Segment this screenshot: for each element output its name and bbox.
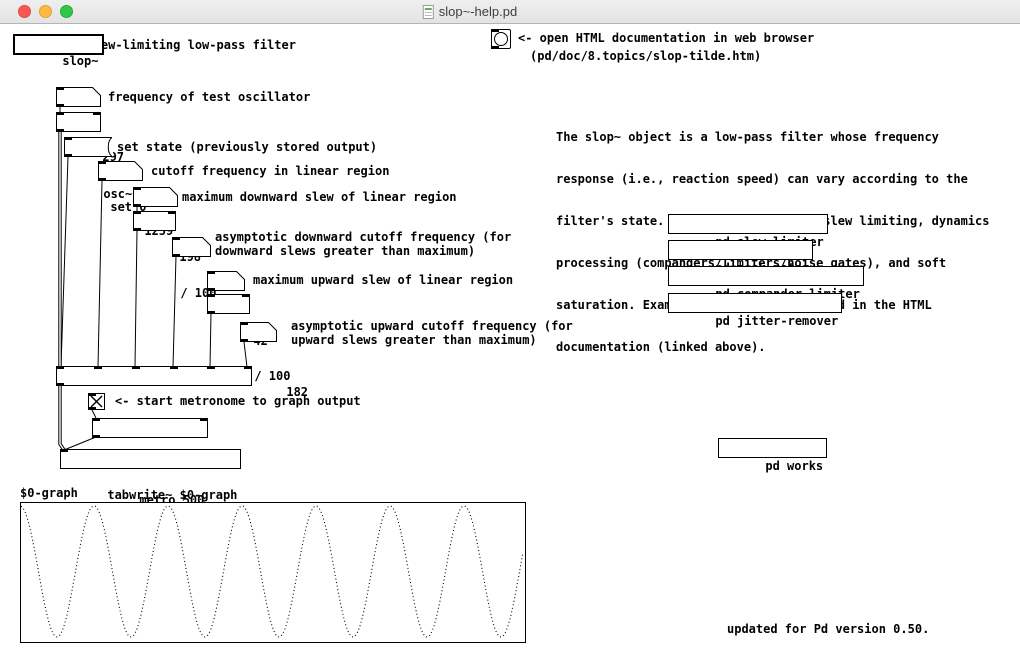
- outlet-nub: [88, 407, 96, 410]
- outlet-nub: [133, 204, 141, 207]
- object-slop-header: slop~: [13, 34, 104, 55]
- comment-down-asymptotic-1: asymptotic downward cutoff frequency (fo…: [215, 230, 511, 244]
- comment-down-asymptotic-2: downward slews greater than maximum): [215, 244, 475, 258]
- number-box-up-slew[interactable]: 42: [207, 271, 245, 291]
- outlet-nub: [56, 104, 64, 107]
- outlet-nub: [98, 178, 106, 181]
- outlet-nub: [56, 129, 64, 132]
- comment-test-frequency: frequency of test oscillator: [108, 90, 310, 104]
- window-title: slop~-help.pd: [439, 4, 517, 19]
- comment-cutoff: cutoff frequency in linear region: [151, 164, 389, 178]
- subpatch-jitter-remover[interactable]: pd jitter-remover: [668, 293, 842, 313]
- outlet-nub: [491, 46, 499, 49]
- comment-version-note: updated for Pd version 0.50.: [727, 622, 929, 636]
- object-divide-100-a: / 100: [133, 211, 176, 231]
- number-value: 182: [286, 385, 308, 399]
- number-box-up-asymptotic[interactable]: 182: [240, 322, 277, 342]
- inlet-nub: [491, 29, 499, 32]
- inlet-nub: [242, 294, 250, 297]
- message-box-set-state[interactable]: set 0: [64, 137, 113, 157]
- comment-up-asymptotic-1: asymptotic upward cutoff frequency (for: [291, 319, 573, 333]
- inlet-nub: [98, 161, 106, 164]
- object-tabwrite: tabwrite~ $0-graph: [60, 449, 241, 469]
- inlet-nub: [200, 418, 208, 421]
- inlet-nub: [244, 366, 252, 369]
- object-metro: metro 500: [92, 418, 208, 438]
- object-label: slop~: [62, 54, 98, 68]
- object-label: tabwrite~ $0-graph: [107, 488, 237, 502]
- object-slop-main: slop~ 1000 1e+09 0 1e+09 0: [56, 366, 252, 386]
- patch-file-icon: [423, 5, 434, 19]
- outlet-nub: [133, 228, 141, 231]
- inlet-nub: [207, 294, 215, 297]
- inlet-nub: [170, 366, 178, 369]
- description-line: documentation (linked above).: [556, 340, 989, 354]
- inlet-nub: [56, 366, 64, 369]
- outlet-nub: [64, 154, 72, 157]
- inlet-nub: [94, 366, 102, 369]
- minimize-window-button[interactable]: [39, 5, 52, 18]
- patch-canvas: slop~ - slew-limiting low-pass filter <-…: [0, 24, 1020, 664]
- inlet-nub: [56, 87, 64, 90]
- outlet-nub: [240, 339, 248, 342]
- bang-circle-icon: [494, 32, 508, 46]
- inlet-nub: [132, 366, 140, 369]
- comment-doc-link-1: <- open HTML documentation in web browse…: [518, 31, 814, 45]
- inlet-nub: [240, 322, 248, 325]
- outlet-nub: [207, 311, 215, 314]
- outlet-nub: [172, 254, 180, 257]
- window-titlebar[interactable]: slop~-help.pd: [0, 0, 1020, 24]
- subpatch-slew-limiter[interactable]: pd slew-limiter: [668, 214, 828, 234]
- number-box-test-frequency[interactable]: 297: [56, 87, 101, 107]
- inlet-nub: [93, 112, 101, 115]
- comment-down-slew: maximum downward slew of linear region: [182, 190, 457, 204]
- object-osc: osc~: [56, 112, 101, 132]
- inlet-nub: [133, 211, 141, 214]
- outlet-nub: [56, 383, 64, 386]
- inlet-nub: [133, 187, 141, 190]
- inlet-nub: [172, 237, 180, 240]
- comment-up-asymptotic-2: upward slews greater than maximum): [291, 333, 537, 347]
- open-html-doc-bang[interactable]: [491, 29, 511, 49]
- outlet-nub: [92, 435, 100, 438]
- object-divide-100-b: / 100: [207, 294, 250, 314]
- subpatch-pd-works[interactable]: pd works: [718, 438, 827, 458]
- inlet-nub: [168, 211, 176, 214]
- zoom-window-button[interactable]: [60, 5, 73, 18]
- inlet-nub: [207, 366, 215, 369]
- comment-main-description: - slew-limiting low-pass filter: [72, 38, 296, 52]
- subpatch-compander-limiter[interactable]: pd compander-limiter: [668, 266, 864, 286]
- comment-up-slew: maximum upward slew of linear region: [253, 273, 513, 287]
- inlet-nub: [88, 393, 96, 396]
- inlet-nub: [92, 418, 100, 421]
- inlet-nub: [64, 137, 72, 140]
- number-box-down-slew[interactable]: 198: [133, 187, 178, 207]
- inlet-nub: [207, 271, 215, 274]
- inlet-nub: [60, 449, 68, 452]
- sine-waveform: [21, 503, 523, 640]
- number-box-cutoff[interactable]: 1259: [98, 161, 143, 181]
- description-line: The slop~ object is a low-pass filter wh…: [556, 130, 989, 144]
- number-box-down-asymptotic[interactable]: 13: [172, 237, 211, 257]
- outlet-nub: [207, 288, 215, 291]
- inlet-nub: [56, 112, 64, 115]
- description-line: response (i.e., reaction speed) can vary…: [556, 172, 989, 186]
- comment-set-state: set state (previously stored output): [117, 140, 377, 154]
- subpatch-label: pd jitter-remover: [715, 314, 838, 328]
- metronome-toggle[interactable]: [88, 393, 105, 410]
- subpatch-label: pd works: [765, 459, 823, 473]
- close-window-button[interactable]: [18, 5, 31, 18]
- pd-window: slop~-help.pd: [0, 0, 1020, 664]
- comment-doc-link-2: (pd/doc/8.topics/slop-tilde.htm): [530, 49, 761, 63]
- waveform-graph: [20, 502, 526, 643]
- subpatch-peak-meter[interactable]: pd peak-meter: [668, 240, 813, 260]
